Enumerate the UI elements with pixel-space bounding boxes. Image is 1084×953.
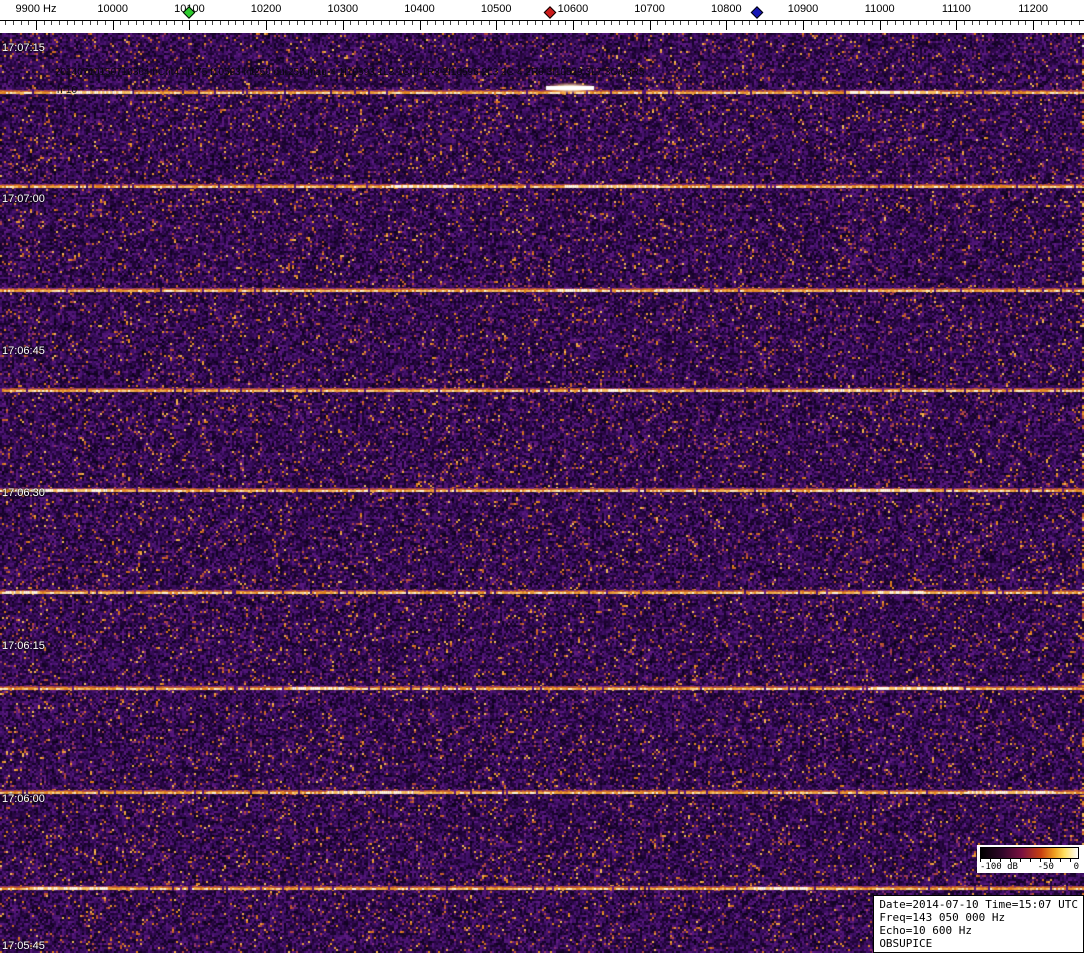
- spectrogram-app: 9900 Hz100001010010200103001040010500106…: [0, 0, 1084, 953]
- intensity-legend-labels: -100 dB -50 0: [980, 862, 1079, 872]
- info-line: Echo=10 600 Hz: [879, 924, 1078, 937]
- marker-blue-diamond[interactable]: [751, 6, 764, 19]
- time-tick-label: 17:06:00: [2, 793, 45, 805]
- intensity-gradient-bar: [980, 847, 1079, 859]
- info-line: OBSUPICE: [879, 937, 1078, 950]
- frequency-markers: [0, 0, 1084, 33]
- detection-annotation-h: h-10: [57, 85, 77, 96]
- marker-red-diamond[interactable]: [544, 6, 557, 19]
- intensity-legend: -100 dB -50 0: [977, 845, 1084, 873]
- info-line: Freq=143 050 000 Hz: [879, 911, 1078, 924]
- time-tick-label: 17:06:30: [2, 487, 45, 499]
- time-tick-label: 17:05:45: [2, 940, 45, 952]
- time-tick-label: 17:06:45: [2, 345, 45, 357]
- frequency-axis: 9900 Hz100001010010200103001040010500106…: [0, 0, 1084, 33]
- spectrogram-canvas[interactable]: [0, 33, 1084, 953]
- legend-label-min: -100 dB: [980, 862, 1018, 872]
- legend-label-mid: -50: [1038, 862, 1054, 872]
- legend-label-max: 0: [1074, 862, 1079, 872]
- time-tick-label: 17:07:00: [2, 193, 45, 205]
- time-tick-label: 17:07:15: [2, 42, 45, 54]
- spectrogram-area[interactable]: 17:07:15 17:07:00 17:06:45 17:06:30 17:06:15…: [0, 33, 1084, 953]
- marker-green-diamond[interactable]: [183, 6, 196, 19]
- info-line: Date=2014-07-10 Time=15:07 UTC: [879, 898, 1078, 911]
- time-tick-label: 17:06:15: [2, 640, 45, 652]
- observation-info-box: Date=2014-07-10 Time=15:07 UTC Freq=143 0…: [873, 895, 1084, 953]
- detection-annotation: 20140710150710364 hCnt4 nb-75 f10593 hit…: [55, 67, 644, 78]
